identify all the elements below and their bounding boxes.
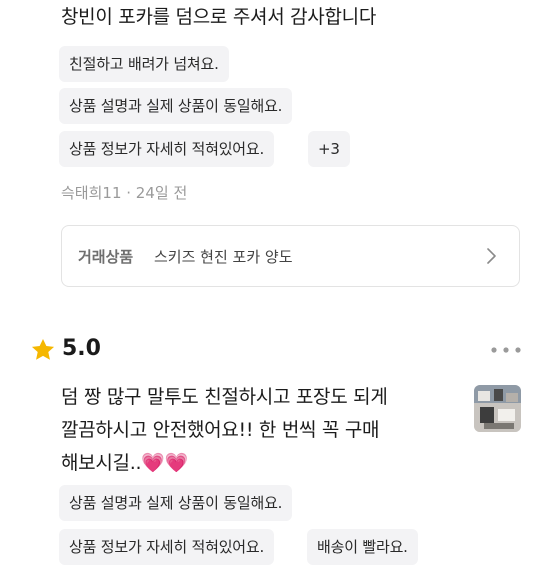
review-text-line: 깔끔하시고 안전했어요!! 한 번씩 꼭 구매 — [61, 419, 380, 441]
trade-item-name: 스키즈 현진 포카 양도 — [154, 248, 293, 266]
rating-score: 5.0 — [62, 336, 101, 361]
review-text: 창빈이 포카를 덤으로 주셔서 감사합니다 — [61, 6, 377, 28]
more-options-icon[interactable] — [490, 346, 522, 354]
review-tag: 친절하고 배려가 넘쳐요. — [59, 46, 229, 82]
chevron-right-icon — [487, 248, 496, 264]
review-text-line: 덤 짱 많구 말투도 친절하시고 포장도 되게 — [61, 386, 388, 408]
more-tags-button[interactable]: +3 — [308, 131, 350, 167]
trade-item-card[interactable]: 거래상품 스키즈 현진 포카 양도 — [61, 225, 520, 287]
review-tag: 상품 정보가 자세히 적혀있어요. — [59, 529, 275, 565]
trade-item-label: 거래상품 — [78, 248, 134, 266]
review-meta: 슥태희11 · 24일 전 — [61, 184, 188, 202]
review-text-line: 해보시길..💗💗 — [61, 452, 188, 474]
photo-image — [474, 385, 521, 432]
review-tag: 상품 설명과 실제 상품이 동일해요. — [59, 88, 293, 124]
review-tag: 상품 설명과 실제 상품이 동일해요. — [59, 485, 293, 521]
review-photo-thumbnail[interactable] — [474, 385, 521, 432]
review-tag: 상품 정보가 자세히 적혀있어요. — [59, 131, 275, 167]
star-icon — [31, 338, 55, 360]
review-tag: 배송이 빨라요. — [307, 529, 418, 565]
